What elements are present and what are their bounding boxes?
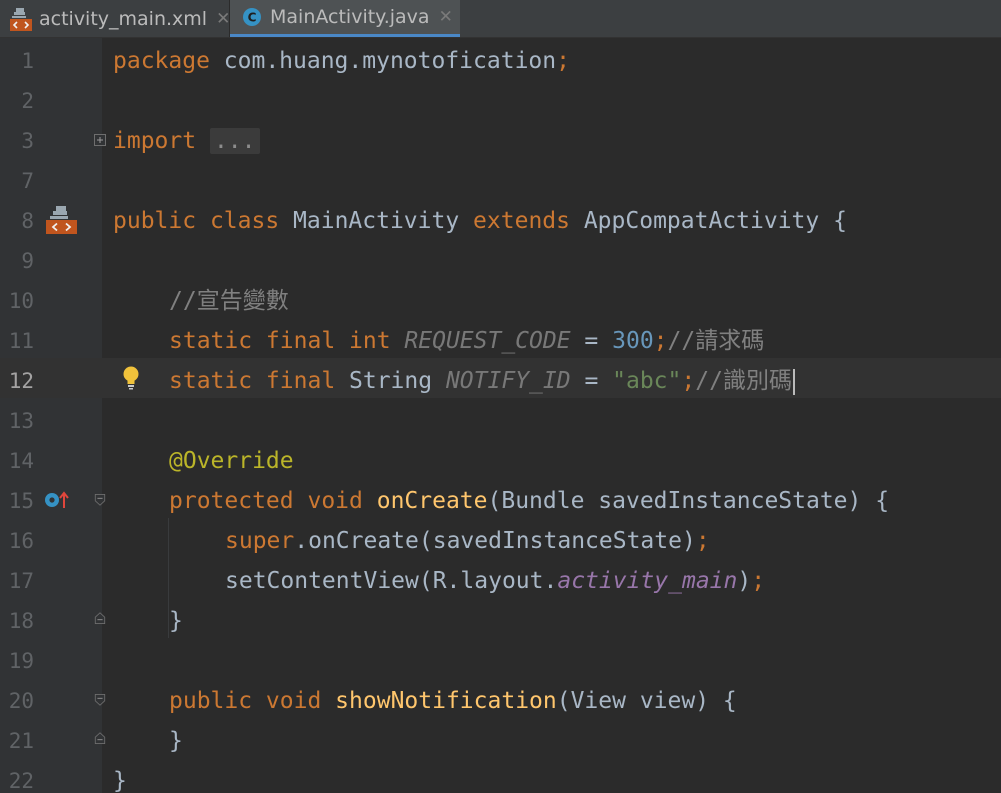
text-cursor <box>792 368 795 395</box>
class-letter: C <box>248 11 257 25</box>
editor-tab-bar: activity_main.xml ✕ C MainActivity.java … <box>0 0 1001 38</box>
code-line[interactable]: 10 //宣告變數 <box>0 280 1001 320</box>
line-number: 3 <box>21 129 34 153</box>
line-number: 13 <box>8 409 34 433</box>
code-text[interactable]: } <box>169 720 183 760</box>
code-text[interactable]: super.onCreate(savedInstanceState); <box>225 520 710 560</box>
line-number: 19 <box>8 649 34 673</box>
xml-layout-file-icon <box>10 7 32 31</box>
tab-label: activity_main.xml <box>39 7 208 30</box>
code-line[interactable]: 2 <box>0 80 1001 120</box>
line-number: 10 <box>8 289 34 313</box>
code-text[interactable]: //宣告變數 <box>169 280 289 320</box>
comment: //請求碼 <box>667 328 765 354</box>
fold-collapse-icon[interactable] <box>94 494 106 506</box>
comment: //識別碼 <box>695 368 792 394</box>
line-number: 8 <box>21 209 34 233</box>
java-class-c-icon: C <box>242 7 262 27</box>
code-text[interactable]: public void showNotification(View view) … <box>169 680 737 720</box>
code-line[interactable]: 20 public void showNotification(View vie… <box>0 680 1001 720</box>
code-line[interactable]: 9 <box>0 240 1001 280</box>
code-line[interactable]: 17 setContentView(R.layout.activity_main… <box>0 560 1001 600</box>
code-text[interactable]: } <box>113 760 127 793</box>
code-line[interactable]: 3 import ... <box>0 120 1001 160</box>
close-tab-icon[interactable]: ✕ <box>439 7 453 27</box>
overrides-method-icon[interactable] <box>43 489 71 511</box>
line-number: 2 <box>21 89 34 113</box>
code-line[interactable]: 18 } <box>0 600 1001 640</box>
fold-end-icon[interactable] <box>94 732 106 744</box>
line-number: 21 <box>8 729 34 753</box>
line-number: 15 <box>8 489 34 513</box>
code-line[interactable]: 7 <box>0 160 1001 200</box>
code-text[interactable]: static final int REQUEST_CODE = 300;//請求… <box>169 320 764 360</box>
line-number: 22 <box>8 769 34 793</box>
line-number: 11 <box>8 329 34 353</box>
fold-end-icon[interactable] <box>94 612 106 624</box>
code-text[interactable]: @Override <box>169 440 294 480</box>
code-line[interactable]: 21 } <box>0 720 1001 760</box>
comment: //宣告變數 <box>169 288 289 314</box>
tab-label: MainActivity.java <box>270 6 430 28</box>
folded-imports[interactable]: ... <box>209 128 260 154</box>
fold-collapse-icon[interactable] <box>94 694 106 706</box>
related-layout-xml-icon[interactable] <box>45 204 78 236</box>
code-line[interactable]: 22 } <box>0 760 1001 793</box>
code-line[interactable]: 1 package com.huang.mynotofication; <box>0 40 1001 80</box>
tab-activity-main-xml[interactable]: activity_main.xml ✕ <box>0 0 230 37</box>
code-line[interactable]: 11 static final int REQUEST_CODE = 300;/… <box>0 320 1001 360</box>
line-number: 18 <box>8 609 34 633</box>
line-number: 14 <box>8 449 34 473</box>
code-text[interactable]: static final String NOTIFY_ID = "abc";//… <box>169 360 795 400</box>
code-text[interactable]: package com.huang.mynotofication; <box>113 40 570 80</box>
code-line[interactable]: 13 <box>0 400 1001 440</box>
code-editor[interactable]: 1 package com.huang.mynotofication; 2 3 … <box>0 38 1001 793</box>
line-number: 1 <box>21 49 34 73</box>
code-line[interactable]: 15 protected void onCreate(Bundle savedI… <box>0 480 1001 520</box>
annotation: @Override <box>169 448 294 474</box>
code-text[interactable]: } <box>169 600 183 640</box>
line-number: 12 <box>8 369 34 393</box>
code-text[interactable]: import ... <box>113 120 260 160</box>
intention-lightbulb-icon[interactable] <box>121 365 141 391</box>
code-text[interactable]: protected void onCreate(Bundle savedInst… <box>169 480 889 520</box>
line-number: 16 <box>8 529 34 553</box>
code-line[interactable]: 14 @Override <box>0 440 1001 480</box>
code-line[interactable]: 8 public class MainActivity extends AppC… <box>0 200 1001 240</box>
fold-expand-icon[interactable] <box>94 134 106 146</box>
line-number: 20 <box>8 689 34 713</box>
line-number: 17 <box>8 569 34 593</box>
code-text[interactable]: setContentView(R.layout.activity_main); <box>225 560 765 600</box>
tab-main-activity-java[interactable]: C MainActivity.java ✕ <box>230 0 460 37</box>
line-number: 9 <box>21 249 34 273</box>
code-line[interactable]: 16 super.onCreate(savedInstanceState); <box>0 520 1001 560</box>
code-text[interactable]: public class MainActivity extends AppCom… <box>113 200 847 240</box>
code-line[interactable]: 19 <box>0 640 1001 680</box>
code-line-current[interactable]: 12 static final String NOTIFY_ID = "abc"… <box>0 360 1001 400</box>
line-number: 7 <box>21 169 34 193</box>
